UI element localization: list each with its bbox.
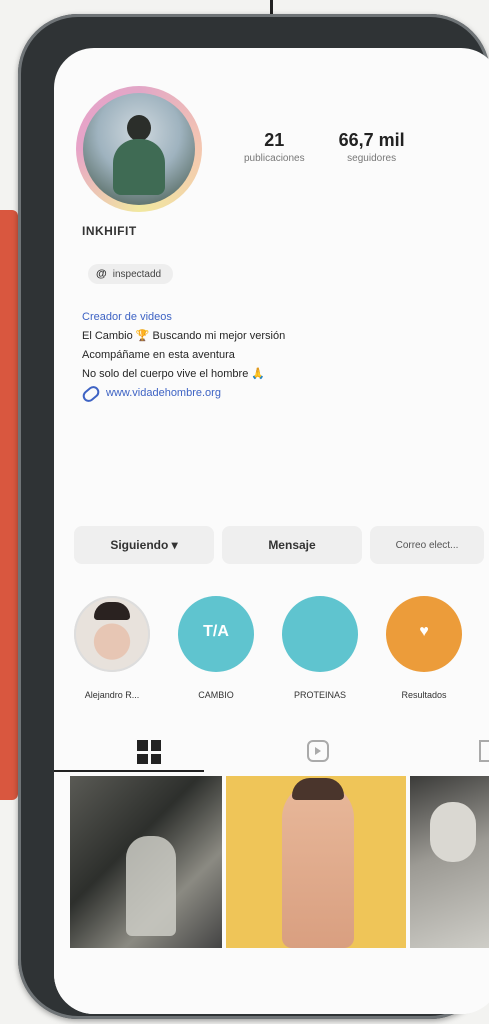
highlight-item[interactable]: T/A CAMBIO xyxy=(178,596,254,700)
avatar-figure-body xyxy=(113,139,165,195)
email-button[interactable]: Correo elect... xyxy=(370,526,484,564)
phone-frame: 21 publicaciones 66,7 mil seguidores INK… xyxy=(18,14,489,1019)
background-accent-strip xyxy=(0,210,18,800)
bio-link-text: www.vidadehombre.org xyxy=(106,387,221,399)
highlight-item[interactable]: Alejandro R... xyxy=(74,596,150,700)
posts-count: 21 xyxy=(264,130,285,150)
followers-count: 66,7 mil xyxy=(338,130,405,150)
post-thumbnail[interactable] xyxy=(70,776,222,948)
bio-line: No solo del cuerpo vive el hombre 🙏 xyxy=(82,368,266,380)
post-figure xyxy=(430,802,476,862)
posts-stat[interactable]: 21 publicaciones xyxy=(244,130,305,164)
profile-avatar-ring[interactable] xyxy=(76,86,202,212)
bio-line: Acompáñame en esta aventura xyxy=(82,349,235,361)
post-figure xyxy=(282,782,354,948)
avatar xyxy=(83,93,195,205)
highlight-item[interactable]: PROTEINAS xyxy=(282,596,358,700)
highlight-item[interactable]: ♥ Resultados xyxy=(386,596,462,700)
posts-label: publicaciones xyxy=(244,153,305,164)
bio-link[interactable]: www.vidadehombre.org xyxy=(80,383,472,404)
followers-stat[interactable]: 66,7 mil seguidores xyxy=(339,130,405,164)
threads-icon: @ xyxy=(96,268,107,280)
highlight-cover: T/A xyxy=(178,596,254,672)
grid-icon[interactable] xyxy=(137,740,161,764)
profile-username: INKHIFIT xyxy=(82,224,137,238)
post-thumbnail[interactable] xyxy=(226,776,406,948)
highlight-label: Alejandro R... xyxy=(84,690,140,700)
highlight-label: PROTEINAS xyxy=(293,690,346,700)
posts-grid xyxy=(70,776,489,948)
post-thumbnail[interactable] xyxy=(410,776,489,948)
post-figure xyxy=(126,836,176,936)
screen-bottom xyxy=(54,948,489,1014)
tagged-icon[interactable] xyxy=(479,740,489,762)
post-figure-hair xyxy=(292,778,344,800)
active-tab-indicator xyxy=(54,770,204,772)
highlight-label: CAMBIO xyxy=(198,690,234,700)
highlight-cover xyxy=(282,596,358,672)
reels-icon[interactable] xyxy=(307,740,329,762)
message-button[interactable]: Mensaje xyxy=(222,526,362,564)
highlight-photo-hair xyxy=(94,602,130,620)
avatar-figure-head xyxy=(127,115,151,141)
phone-screen: 21 publicaciones 66,7 mil seguidores INK… xyxy=(54,48,489,1014)
profile-tabs xyxy=(54,736,489,772)
link-icon xyxy=(80,383,102,404)
following-button[interactable]: Siguiendo ▾ xyxy=(74,526,214,564)
followers-label: seguidores xyxy=(347,153,397,164)
highlight-cover xyxy=(74,596,150,672)
profile-stats: 21 publicaciones 66,7 mil seguidores xyxy=(244,130,405,164)
threads-chip-label: inspectadd xyxy=(112,268,162,280)
threads-chip[interactable]: @ inspectadd xyxy=(88,264,174,284)
profile-bio: Creador de videos El Cambio 🏆 Buscando m… xyxy=(80,308,472,404)
profile-action-buttons: Siguiendo ▾ Mensaje Correo elect... xyxy=(74,526,484,564)
highlight-glyph: T/A xyxy=(203,623,229,640)
highlight-glyph: ♥ xyxy=(419,623,429,640)
bio-line: El Cambio 🏆 Buscando mi mejor versión xyxy=(82,330,286,342)
highlight-label: Resultados xyxy=(401,690,447,700)
highlight-cover: ♥ xyxy=(386,596,462,672)
bio-category: Creador de videos xyxy=(82,311,172,323)
story-highlights: Alejandro R... T/A CAMBIO PROTEINAS ♥ Re… xyxy=(74,596,489,700)
